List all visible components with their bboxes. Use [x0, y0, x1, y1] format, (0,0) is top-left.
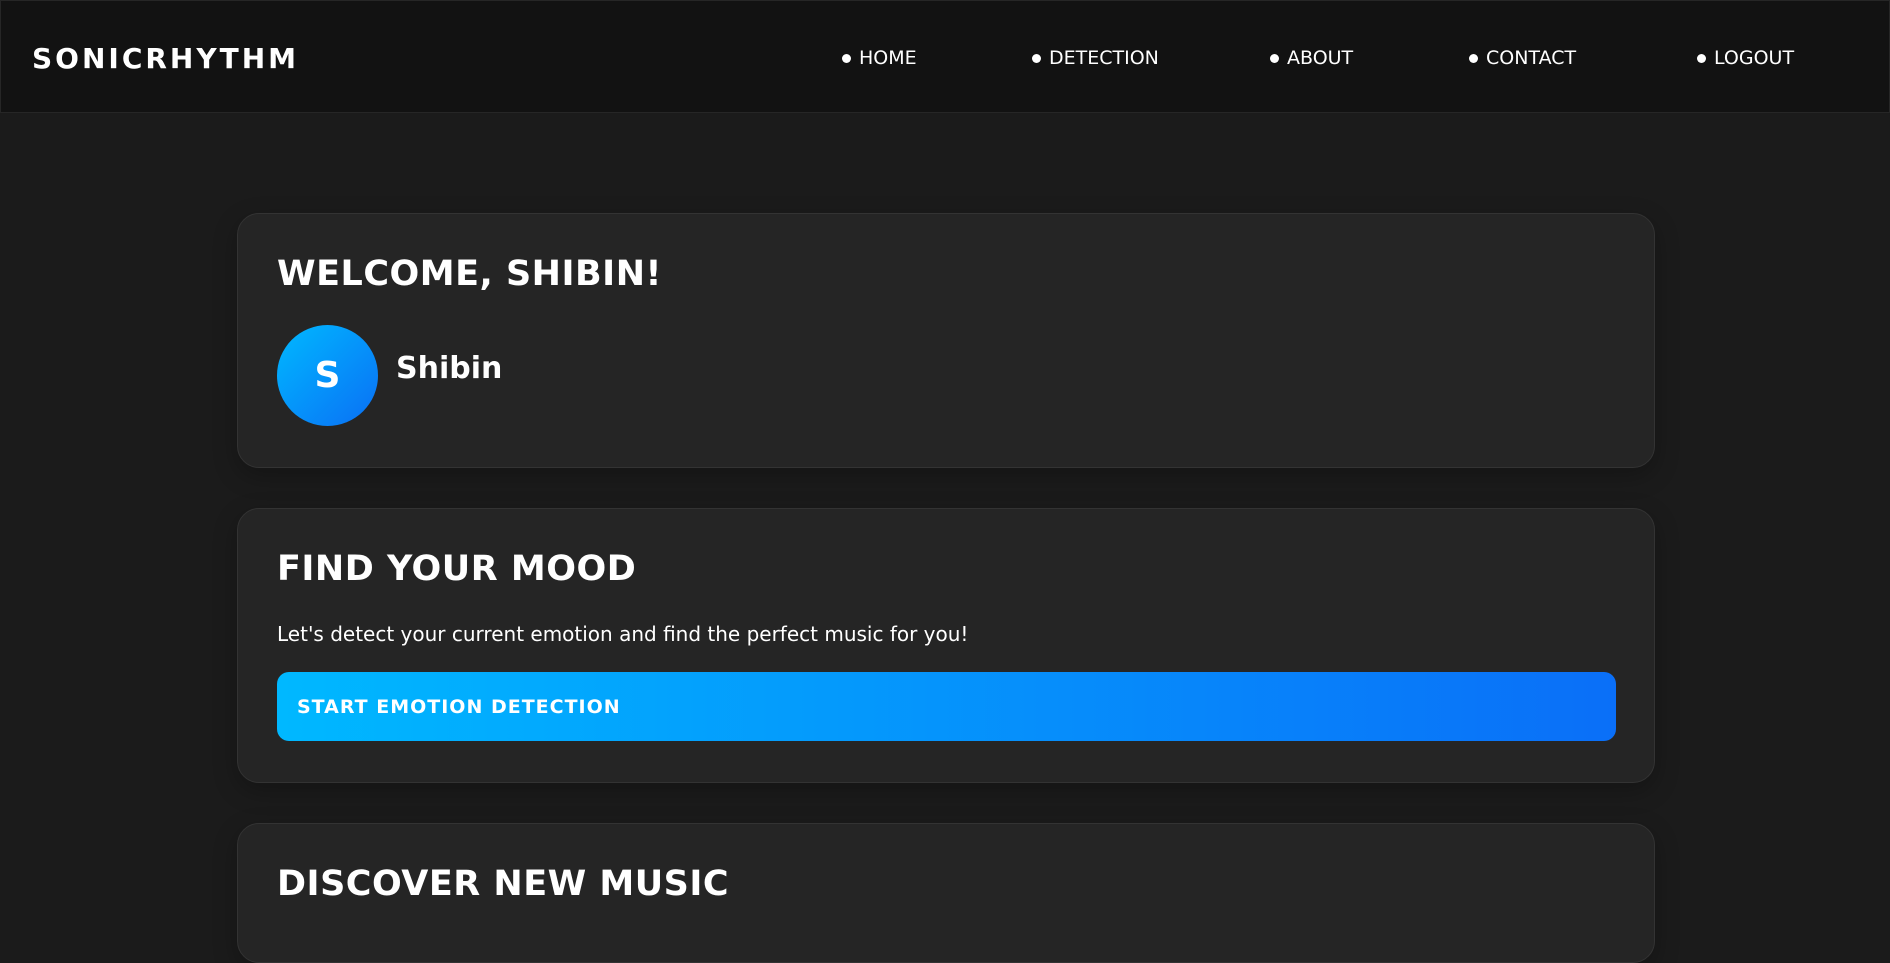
nav-item-detection[interactable]: DETECTION	[1032, 45, 1159, 71]
mood-description: Let's detect your current emotion and fi…	[277, 622, 969, 646]
nav-item-label: DETECTION	[1049, 47, 1159, 69]
discover-title: DISCOVER NEW MUSIC	[277, 864, 730, 904]
mood-card: FIND YOUR MOOD Let's detect your current…	[237, 508, 1655, 783]
mood-title: FIND YOUR MOOD	[277, 549, 637, 589]
discover-card: DISCOVER NEW MUSIC	[237, 823, 1655, 963]
start-emotion-detection-button[interactable]: START EMOTION DETECTION	[277, 672, 1616, 741]
nav-item-contact[interactable]: CONTACT	[1469, 45, 1576, 71]
bullet-icon	[1032, 53, 1041, 63]
nav-item-logout[interactable]: LOGOUT	[1697, 45, 1794, 71]
welcome-title: WELCOME, SHIBIN!	[277, 254, 662, 294]
nav-item-about[interactable]: ABOUT	[1270, 45, 1353, 71]
username: Shibin	[396, 351, 503, 386]
avatar-initial: S	[314, 355, 341, 396]
nav-item-label: ABOUT	[1287, 47, 1354, 69]
nav-item-home[interactable]: HOME	[842, 45, 917, 71]
avatar: S	[277, 325, 378, 426]
nav-item-label: LOGOUT	[1714, 47, 1795, 69]
welcome-card: WELCOME, SHIBIN! S Shibin	[237, 213, 1655, 468]
bullet-icon	[1697, 53, 1706, 63]
top-navbar: SONICRHYTHM HOME DETECTION ABOUT CONTACT…	[0, 0, 1890, 113]
bullet-icon	[1469, 53, 1478, 63]
nav-item-label: HOME	[859, 47, 917, 69]
bullet-icon	[842, 53, 851, 63]
brand-logo[interactable]: SONICRHYTHM	[32, 41, 299, 77]
nav-item-label: CONTACT	[1486, 47, 1577, 69]
bullet-icon	[1270, 53, 1279, 63]
